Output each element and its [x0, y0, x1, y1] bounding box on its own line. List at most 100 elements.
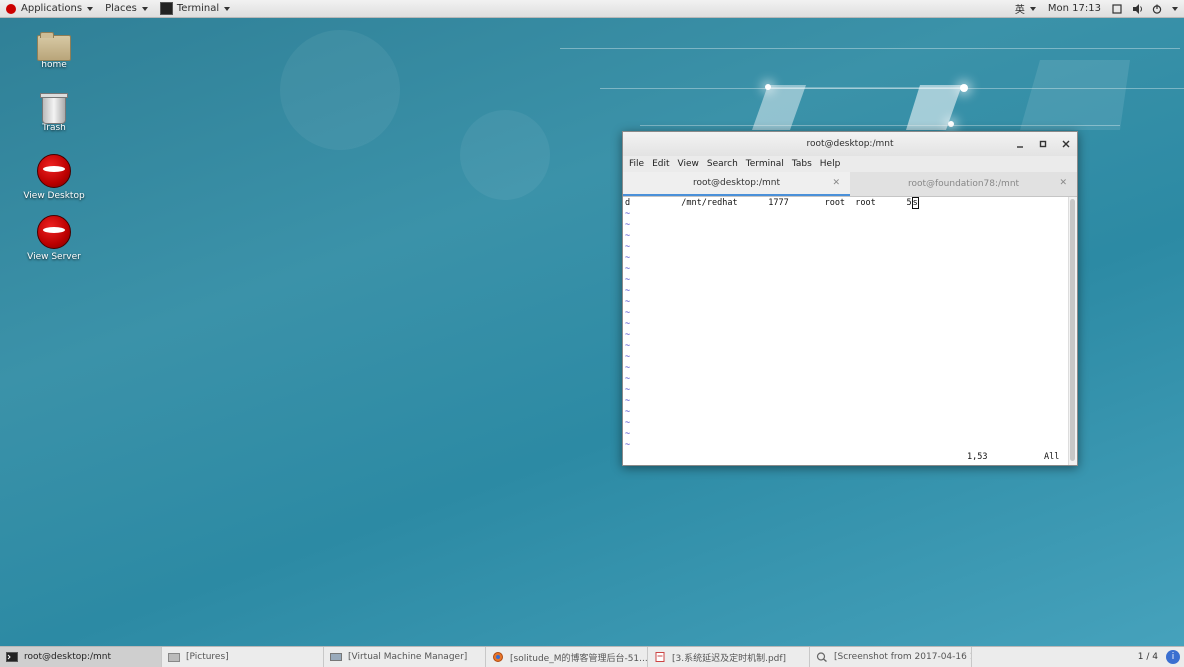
- chevron-down-icon: [141, 6, 148, 11]
- task-label: [Screenshot from 2017-04-16 1...: [834, 652, 972, 662]
- pager-label: 1 / 4: [1137, 652, 1158, 662]
- desktop-icon-home[interactable]: home: [14, 31, 94, 70]
- vim-tilde-line: ~: [625, 242, 631, 252]
- vim-tilde-line: ~: [625, 275, 631, 285]
- vim-tilde-line: ~: [625, 330, 631, 340]
- desktop-icon-label: Trash: [42, 123, 66, 133]
- workspace-pager[interactable]: 1 / 4: [1138, 647, 1158, 667]
- applications-label: Applications: [21, 3, 83, 14]
- task-label: root@desktop:/mnt: [24, 652, 112, 662]
- input-method-menu[interactable]: 英: [1009, 0, 1042, 17]
- task-pdf[interactable]: [3.系统延迟及定时机制.pdf]: [648, 647, 810, 667]
- info-icon[interactable]: i: [1166, 650, 1180, 664]
- vm-manager-icon: [330, 653, 342, 661]
- desktop-icon-view-desktop[interactable]: View Desktop: [14, 154, 94, 201]
- wallpaper-dot: [960, 84, 968, 92]
- task-vm-manager[interactable]: [Virtual Machine Manager]: [324, 647, 486, 667]
- terminal-app-menu[interactable]: Terminal: [154, 0, 236, 17]
- cursor-position: 1,53: [967, 452, 988, 462]
- close-icon[interactable]: ✕: [1059, 178, 1067, 188]
- folder-icon: [168, 653, 180, 662]
- applications-menu[interactable]: Applications: [0, 0, 99, 17]
- chevron-down-icon[interactable]: [1172, 6, 1178, 11]
- terminal-app-label: Terminal: [176, 3, 220, 14]
- menu-bar: File Edit View Search Terminal Tabs Help: [623, 156, 1077, 172]
- tab-label: root@desktop:/mnt: [692, 178, 780, 188]
- desktop-icon-view-server[interactable]: View Server: [14, 215, 94, 262]
- close-button[interactable]: [1059, 137, 1073, 151]
- wallpaper-glow: [280, 30, 400, 150]
- vim-tilde-line: ~: [625, 231, 631, 241]
- input-method-label: 英: [1014, 5, 1025, 16]
- places-menu[interactable]: Places: [99, 0, 154, 17]
- trash-icon: [40, 93, 68, 124]
- menu-view[interactable]: View: [674, 159, 703, 169]
- vim-tilde-line: ~: [625, 297, 631, 307]
- firefox-icon: [493, 652, 503, 662]
- vim-tilde-line: ~: [625, 352, 631, 362]
- scroll-position: All: [1044, 452, 1060, 462]
- vim-tilde-line: ~: [625, 220, 631, 230]
- vim-tilde-line: ~: [625, 418, 631, 428]
- menu-terminal[interactable]: Terminal: [742, 159, 788, 169]
- power-icon[interactable]: [1151, 3, 1163, 15]
- task-terminal[interactable]: root@desktop:/mnt: [0, 647, 162, 667]
- tab-label: root@foundation78:/mnt: [907, 179, 1020, 189]
- vim-status-position: 1,53: [967, 452, 987, 463]
- vim-tilde-line: ~: [625, 264, 631, 274]
- terminal-content[interactable]: d /mnt/redhat 1777 root root 5s ~ ~ ~ ~ ~ ~ ~ ~…: [623, 197, 1069, 465]
- menu-file[interactable]: File: [625, 159, 648, 169]
- menu-tabs[interactable]: Tabs: [788, 159, 816, 169]
- vim-content-line: d /mnt/redhat 1777 root root 5s: [625, 197, 919, 209]
- menu-help[interactable]: Help: [816, 159, 845, 169]
- vim-tilde-line: ~: [625, 407, 631, 417]
- tab-foundation[interactable]: root@foundation78:/mnt ✕: [850, 172, 1077, 196]
- scrollbar[interactable]: [1068, 197, 1077, 465]
- task-label: [Pictures]: [186, 652, 229, 662]
- task-firefox[interactable]: [solitude_M的博客管理后台-51...: [486, 647, 648, 667]
- task-screenshot[interactable]: [Screenshot from 2017-04-16 1...: [810, 647, 972, 667]
- chevron-down-icon: [87, 6, 94, 11]
- task-pictures[interactable]: [Pictures]: [162, 647, 324, 667]
- vim-line-text: d /mnt/redhat 1777 root root 5: [625, 198, 912, 208]
- vim-tilde-line: ~: [625, 385, 631, 395]
- window-title: root@desktop:/mnt: [806, 139, 894, 149]
- desktop-icon-label: View Desktop: [23, 191, 85, 201]
- desktop-icon-label: View Server: [27, 252, 81, 262]
- clock[interactable]: Mon 17:13: [1042, 0, 1107, 17]
- wallpaper-dot: [765, 84, 771, 90]
- task-label: [Virtual Machine Manager]: [348, 652, 468, 662]
- pdf-icon: [655, 652, 665, 662]
- vim-tilde-line: ~: [625, 374, 631, 384]
- window-titlebar[interactable]: root@desktop:/mnt: [623, 132, 1077, 156]
- task-label: [solitude_M的博客管理后台-51...: [510, 653, 648, 664]
- vim-tilde-line: ~: [625, 396, 631, 406]
- volume-icon[interactable]: [1131, 3, 1143, 15]
- close-icon[interactable]: ✕: [832, 178, 840, 188]
- terminal-window[interactable]: root@desktop:/mnt File Edit View Search …: [622, 131, 1078, 466]
- vim-tilde-line: ~: [625, 440, 631, 450]
- menu-search[interactable]: Search: [703, 159, 742, 169]
- wallpaper-glow: [460, 110, 550, 200]
- vim-tilde-line: ~: [625, 363, 631, 373]
- wallpaper-line: [640, 125, 1120, 126]
- terminal-icon: [159, 2, 173, 15]
- places-label: Places: [105, 3, 137, 14]
- text-cursor: s: [911, 197, 919, 209]
- status-area: 英 Mon 17:13: [1009, 0, 1184, 17]
- top-panel: Applications Places Terminal 英 Mon 17:13: [0, 0, 1184, 18]
- vim-tilde-line: ~: [625, 319, 631, 329]
- scrollbar-thumb[interactable]: [1070, 199, 1075, 461]
- maximize-button[interactable]: [1036, 137, 1050, 151]
- vim-tilde-line: ~: [625, 209, 631, 219]
- vim-tilde-line: ~: [625, 286, 631, 296]
- minimize-button[interactable]: [1013, 137, 1027, 151]
- folder-home-icon: [37, 32, 71, 61]
- chevron-down-icon: [1029, 6, 1036, 11]
- window-icon[interactable]: [1111, 3, 1123, 15]
- vim-tilde-line: ~: [625, 308, 631, 318]
- screenshot-icon: [816, 652, 827, 662]
- tab-desktop[interactable]: root@desktop:/mnt ✕: [623, 172, 850, 196]
- desktop-icon-trash[interactable]: Trash: [14, 92, 94, 133]
- menu-edit[interactable]: Edit: [648, 159, 673, 169]
